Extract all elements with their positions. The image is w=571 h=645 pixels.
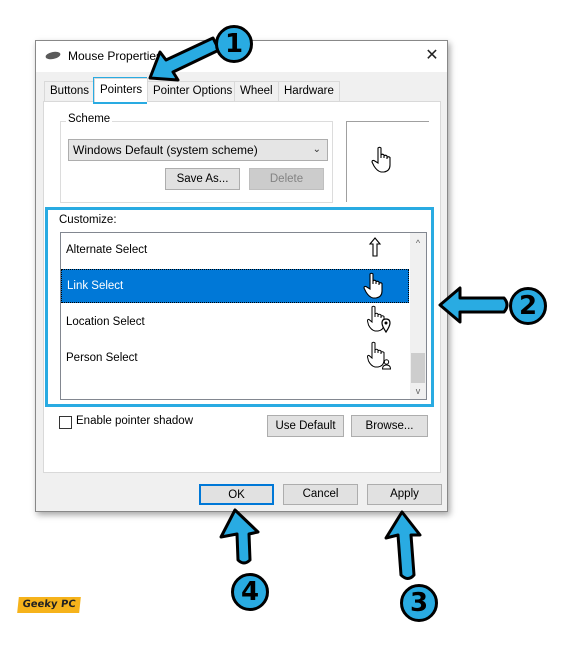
- callout-arrows: [148, 36, 509, 580]
- callout-arrow-4: [219, 508, 260, 565]
- callout-arrow-2: [438, 286, 509, 324]
- callout-badge-4: 4: [231, 573, 269, 611]
- callout-badge-3: 3: [400, 584, 438, 622]
- callout-badge-1: 1: [215, 25, 253, 63]
- callout-arrow-1: [148, 36, 221, 82]
- callout-arrow-3: [384, 510, 422, 580]
- tab-pointers[interactable]: Pointers: [94, 78, 149, 102]
- callout-badge-2: 2: [509, 287, 547, 325]
- geeky-pc-logo: Geeky PC: [17, 597, 81, 613]
